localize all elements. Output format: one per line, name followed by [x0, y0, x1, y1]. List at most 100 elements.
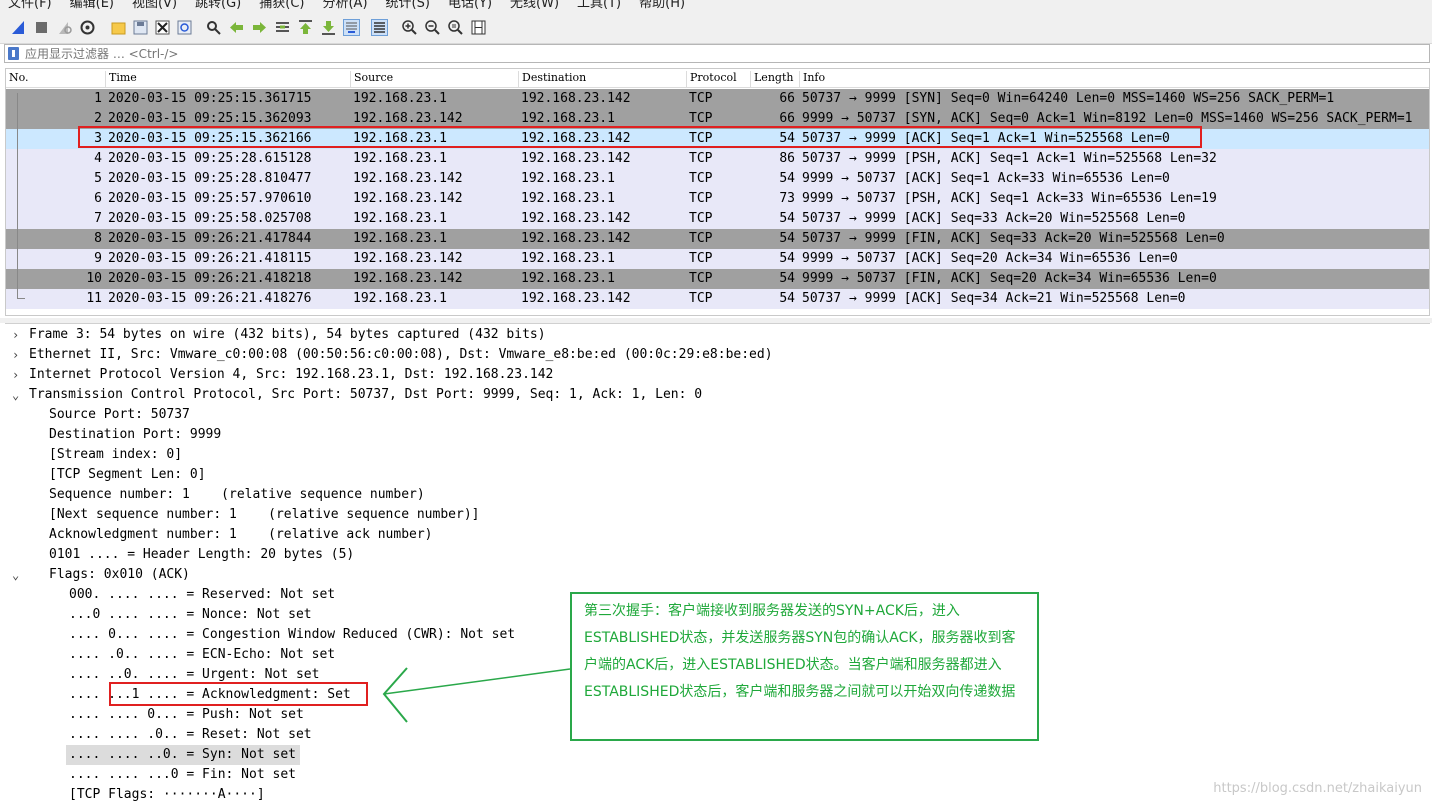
- detail-text: Source Port: 50737: [49, 407, 190, 422]
- packet-time: 2020-03-15 09:25:57.970610: [108, 191, 312, 206]
- column-header-time[interactable]: Time: [105, 71, 351, 87]
- packet-time: 2020-03-15 09:26:21.418115: [108, 251, 312, 266]
- collapse-chevron-icon[interactable]: ⌄: [12, 565, 19, 585]
- packet-row[interactable]: 7 2020-03-15 09:25:58.025708 192.168.23.1 1…: [6, 209, 1429, 229]
- packet-row[interactable]: 1 2020-03-15 09:25:15.361715 192.168.23.1 1…: [6, 89, 1429, 109]
- packet-row[interactable]: 11 2020-03-15 09:26:21.418276 192.168.23.1…: [6, 289, 1429, 309]
- menu-item[interactable]: 编辑(E): [70, 0, 114, 9]
- detail-row[interactable]: ⌄ Transmission Control Protocol, Src Port…: [5, 385, 1425, 405]
- expand-chevron-icon[interactable]: ›: [12, 325, 19, 345]
- packet-time: 2020-03-15 09:25:58.025708: [108, 211, 312, 226]
- detail-row[interactable]: [Next sequence number: 1 (relative seque…: [5, 505, 1425, 525]
- filter-bookmark-icon[interactable]: [8, 47, 19, 60]
- menu-item[interactable]: 帮助(H): [639, 0, 685, 9]
- packet-row[interactable]: 10 2020-03-15 09:26:21.418218 192.168.23.1…: [6, 269, 1429, 289]
- menu-item[interactable]: 捕获(C): [259, 0, 304, 9]
- options-gear-icon[interactable]: [79, 19, 96, 36]
- packet-info: 9999 → 50737 [FIN, ACK] Seq=20 Ack=34 Wi…: [802, 271, 1217, 286]
- zoom-reset-icon[interactable]: [447, 19, 464, 36]
- column-header-destination[interactable]: Destination: [518, 71, 686, 87]
- zoom-in-icon[interactable]: [401, 19, 418, 36]
- detail-row[interactable]: [TCP Segment Len: 0]: [5, 465, 1425, 485]
- menu-item[interactable]: 视图(V): [132, 0, 177, 9]
- display-filter-input[interactable]: [25, 45, 1405, 62]
- packet-no: 4: [94, 151, 102, 166]
- detail-text: 0101 .... = Header Length: 20 bytes (5): [49, 547, 355, 562]
- reload-icon[interactable]: [176, 19, 193, 36]
- detail-row[interactable]: ⌄ Flags: 0x010 (ACK): [5, 565, 1425, 585]
- save-icon[interactable]: [132, 19, 149, 36]
- collapse-chevron-icon[interactable]: ⌄: [12, 385, 19, 405]
- column-header-length[interactable]: Length: [750, 71, 799, 87]
- packet-destination: 192.168.23.142: [521, 291, 631, 306]
- autoscroll-icon[interactable]: [343, 19, 360, 36]
- detail-row[interactable]: Source Port: 50737: [5, 405, 1425, 425]
- first-packet-icon[interactable]: [297, 19, 314, 36]
- last-packet-icon[interactable]: [320, 19, 337, 36]
- packet-time: 2020-03-15 09:26:21.418218: [108, 271, 312, 286]
- detail-text: [TCP Segment Len: 0]: [49, 467, 206, 482]
- packet-destination: 192.168.23.142: [521, 91, 631, 106]
- forward-arrow-icon[interactable]: [251, 19, 268, 36]
- column-header-info[interactable]: Info: [799, 71, 1429, 87]
- shark-fin-start-icon[interactable]: [10, 19, 27, 36]
- detail-text: Frame 3: 54 bytes on wire (432 bits), 54…: [29, 327, 546, 342]
- close-file-icon[interactable]: [154, 19, 171, 36]
- packet-no: 9: [94, 251, 102, 266]
- menu-item[interactable]: 统计(S): [386, 0, 430, 9]
- menu-items: 文件(F) 编辑(E) 视图(V) 跳转(G) 捕获(C) 分析(A) 统计(S) 电话(Y)…: [8, 0, 685, 9]
- packet-time: 2020-03-15 09:26:21.417844: [108, 231, 312, 246]
- detail-row[interactable]: Destination Port: 9999: [5, 425, 1425, 445]
- menu-item[interactable]: 工具(T): [577, 0, 621, 9]
- menu-item[interactable]: 分析(A): [322, 0, 367, 9]
- detail-row[interactable]: [TCP Flags: ·······A····]: [5, 785, 1425, 805]
- packet-destination: 192.168.23.1: [521, 271, 615, 286]
- zoom-out-icon[interactable]: [424, 19, 441, 36]
- packet-row[interactable]: 9 2020-03-15 09:26:21.418115 192.168.23.14…: [6, 249, 1429, 269]
- menu-item[interactable]: 无线(W): [510, 0, 559, 9]
- packet-row[interactable]: 4 2020-03-15 09:25:28.615128 192.168.23.1 1…: [6, 149, 1429, 169]
- detail-text: Flags: 0x010 (ACK): [49, 567, 190, 582]
- packet-no: 1: [94, 91, 102, 106]
- menu-item[interactable]: 电话(Y): [448, 0, 492, 9]
- detail-row[interactable]: › Internet Protocol Version 4, Src: 192.1…: [5, 365, 1425, 385]
- expand-chevron-icon[interactable]: ›: [12, 345, 19, 365]
- detail-row[interactable]: › Ethernet II, Src: Vmware_c0:00:08 (00:5…: [5, 345, 1425, 365]
- expand-chevron-icon[interactable]: ›: [12, 365, 19, 385]
- packet-info: 9999 → 50737 [PSH, ACK] Seq=1 Ack=33 Win…: [802, 191, 1217, 206]
- find-icon[interactable]: [205, 19, 222, 36]
- open-folder-icon[interactable]: [110, 19, 127, 36]
- detail-row[interactable]: .... .... ..0. = Syn: Not set: [66, 745, 300, 765]
- detail-row[interactable]: 0101 .... = Header Length: 20 bytes (5): [5, 545, 1425, 565]
- packet-protocol: TCP: [689, 191, 713, 206]
- packet-row[interactable]: 8 2020-03-15 09:26:21.417844 192.168.23.1 1…: [6, 229, 1429, 249]
- packet-info: 50737 → 9999 [PSH, ACK] Seq=1 Ack=1 Win=…: [802, 151, 1217, 166]
- packet-protocol: TCP: [689, 291, 713, 306]
- detail-row[interactable]: .... .... ...0 = Fin: Not set: [5, 765, 1425, 785]
- detail-row[interactable]: [Stream index: 0]: [5, 445, 1425, 465]
- packet-length: 54: [779, 211, 795, 226]
- column-header-protocol[interactable]: Protocol: [686, 71, 750, 87]
- back-arrow-icon[interactable]: [228, 19, 245, 36]
- annotation-note: 第三次握手：客户端接收到服务器发送的SYN+ACK后，进入ESTABLISHED…: [570, 592, 1039, 741]
- column-header-source[interactable]: Source: [350, 71, 518, 87]
- watermark-text: https://blog.csdn.net/zhaikaiyun: [1213, 781, 1422, 796]
- packet-list[interactable]: No. Time Source Destination Protocol Len…: [5, 68, 1430, 316]
- restart-icon[interactable]: [56, 19, 73, 36]
- menu-item[interactable]: 跳转(G): [195, 0, 241, 9]
- packet-protocol: TCP: [689, 251, 713, 266]
- resize-columns-icon[interactable]: [470, 19, 487, 36]
- menu-bar: 文件(F) 编辑(E) 视图(V) 跳转(G) 捕获(C) 分析(A) 统计(S) 电话(Y)…: [0, 0, 1432, 9]
- detail-row[interactable]: › Frame 3: 54 bytes on wire (432 bits), 5…: [5, 325, 1425, 345]
- detail-row[interactable]: Acknowledgment number: 1 (relative ack n…: [5, 525, 1425, 545]
- column-header-no[interactable]: No.: [6, 71, 29, 87]
- menu-item[interactable]: 文件(F): [8, 0, 52, 9]
- colorize-icon[interactable]: [371, 19, 388, 36]
- stop-icon[interactable]: [33, 19, 50, 36]
- goto-packet-icon[interactable]: [274, 19, 291, 36]
- packet-info: 50737 → 9999 [SYN] Seq=0 Win=64240 Len=0…: [802, 91, 1335, 106]
- detail-row[interactable]: Sequence number: 1 (relative sequence nu…: [5, 485, 1425, 505]
- packet-row[interactable]: 6 2020-03-15 09:25:57.970610 192.168.23.14…: [6, 189, 1429, 209]
- packet-row[interactable]: 5 2020-03-15 09:25:28.810477 192.168.23.14…: [6, 169, 1429, 189]
- packet-length: 54: [779, 231, 795, 246]
